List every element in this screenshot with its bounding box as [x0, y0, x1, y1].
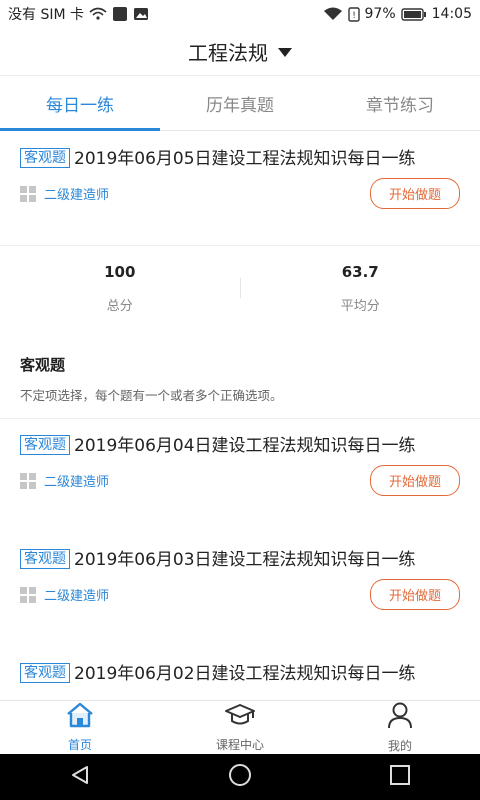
item-category: 二级建造师	[44, 589, 110, 604]
tab-past-exams[interactable]: 历年真题	[160, 77, 320, 130]
wifi-icon	[323, 7, 343, 21]
question-type-description: 客观题 不定项选择，每个题有一个或者多个正确选项。	[0, 330, 480, 419]
start-button[interactable]: 开始做题	[369, 579, 460, 610]
start-button[interactable]: 开始做题	[369, 465, 460, 496]
question-type-tag: 客观题	[20, 435, 70, 455]
battery-icon	[400, 7, 427, 21]
home-icon	[65, 702, 95, 732]
list-item[interactable]: 客观题 2019年06月04日建设工程法规知识每日一练 二级建造师 开始做题	[0, 419, 480, 533]
system-nav-bar	[0, 754, 480, 800]
list-item[interactable]: 客观题 2019年06月02日建设工程法规知识每日一练	[0, 647, 480, 700]
total-score-value: 100	[104, 262, 136, 281]
question-type-text: 不定项选择，每个题有一个或者多个正确选项。	[20, 388, 283, 403]
average-score-label: 平均分	[340, 298, 380, 314]
score-stats: 100 总分 63.7 平均分	[0, 246, 480, 330]
question-type-title: 客观题	[20, 356, 66, 374]
item-title: 客观题 2019年06月04日建设工程法规知识每日一练	[20, 433, 460, 459]
battery-saver-icon: !	[347, 6, 360, 22]
item-title: 客观题 2019年06月03日建设工程法规知识每日一练	[20, 547, 460, 573]
carrier-text: 没有 SIM 卡	[8, 7, 84, 23]
question-type-tag: 客观题	[20, 148, 70, 168]
start-button[interactable]: 开始做题	[369, 178, 460, 209]
item-title: 客观题 2019年06月05日建设工程法规知识每日一练	[20, 146, 460, 172]
tab-daily-practice[interactable]: 每日一练	[0, 77, 160, 131]
notification-icon	[112, 6, 128, 22]
grid-icon	[20, 586, 36, 603]
item-category: 二级建造师	[44, 188, 110, 203]
question-type-tag: 客观题	[20, 663, 70, 683]
main-content: 客观题 2019年06月05日建设工程法规知识每日一练 二级建造师 开始做题 10…	[0, 132, 480, 700]
subject-selector[interactable]: 工程法规	[0, 28, 480, 76]
average-score-value: 63.7	[341, 262, 379, 281]
svg-text:!: !	[352, 11, 356, 21]
grid-icon	[20, 472, 36, 489]
grid-icon	[20, 185, 36, 202]
list-item[interactable]: 客观题 2019年06月03日建设工程法规知识每日一练 二级建造师 开始做题	[0, 533, 480, 647]
caret-down-icon	[278, 48, 292, 57]
back-icon[interactable]	[69, 764, 91, 790]
list-item[interactable]: 客观题 2019年06月05日建设工程法规知识每日一练 二级建造师 开始做题	[0, 132, 480, 246]
home-circle-icon[interactable]	[228, 763, 252, 791]
recent-apps-icon[interactable]	[389, 764, 411, 790]
bottom-nav: 首页 课程中心 我的	[0, 700, 480, 754]
item-title: 客观题 2019年06月02日建设工程法规知识每日一练	[20, 661, 460, 687]
battery-percent: 97%	[364, 6, 396, 22]
tab-chapter-practice[interactable]: 章节练习	[320, 77, 480, 130]
nav-profile[interactable]: 我的	[320, 701, 480, 754]
clock: 14:05	[431, 6, 472, 22]
graduation-cap-icon	[224, 702, 256, 732]
item-category: 二级建造师	[44, 475, 110, 490]
nav-courses[interactable]: 课程中心	[160, 701, 320, 754]
image-icon	[133, 6, 149, 22]
nav-profile-label: 我的	[387, 739, 412, 753]
tab-bar: 每日一练 历年真题 章节练习	[0, 77, 480, 131]
status-bar: 没有 SIM 卡 ! 97% 14:05	[0, 0, 480, 28]
nav-home[interactable]: 首页	[0, 701, 160, 754]
nav-courses-label: 课程中心	[215, 738, 264, 752]
total-score-label: 总分	[106, 298, 133, 314]
user-icon	[386, 701, 414, 733]
page-title: 工程法规	[188, 41, 268, 65]
wifi-calling-icon	[89, 7, 107, 21]
question-type-tag: 客观题	[20, 549, 70, 569]
nav-home-label: 首页	[67, 738, 92, 752]
